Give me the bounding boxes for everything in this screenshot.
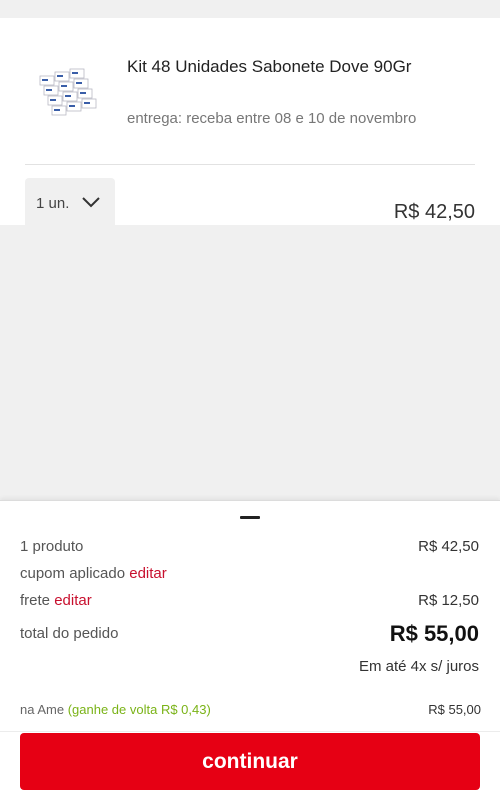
- order-summary-sheet: 1 produto R$ 42,50 cupom aplicado editar…: [0, 500, 500, 800]
- ame-label: na Ame: [20, 702, 65, 717]
- divider: [25, 164, 475, 165]
- cart-item-card: Kit 48 Unidades Sabonete Dove 90Gr entre…: [0, 18, 500, 229]
- coupon-edit-link[interactable]: editar: [129, 565, 167, 582]
- shipping-value: R$ 12,50: [418, 592, 479, 609]
- divider: [0, 731, 500, 732]
- products-subtotal: R$ 42,50: [418, 538, 479, 555]
- shipping-row: frete editar: [20, 592, 92, 609]
- products-count-label: 1 produto: [20, 538, 84, 555]
- sheet-drag-handle[interactable]: [240, 516, 260, 519]
- total-value: R$ 55,00: [389, 621, 479, 646]
- chevron-down-icon: [82, 197, 100, 208]
- quantity-value: 1 un.: [36, 195, 70, 212]
- item-price: R$ 42,50: [393, 201, 475, 223]
- coupon-label: cupom aplicado: [20, 565, 126, 582]
- ame-payment-row: na Ame (ganhe de volta R$ 0,43): [20, 702, 211, 717]
- installments-info: Em até 4x s/ juros: [358, 658, 479, 675]
- empty-area: [0, 225, 500, 500]
- soap-box-image: [39, 68, 97, 116]
- coupon-row: cupom aplicado editar: [20, 565, 167, 582]
- quantity-select[interactable]: 1 un.: [25, 178, 115, 229]
- continue-button[interactable]: continuar: [20, 733, 480, 790]
- total-label: total do pedido: [20, 625, 119, 642]
- top-strip: [0, 0, 500, 18]
- ame-cashback: (ganhe de volta R$ 0,43): [67, 702, 211, 717]
- shipping-edit-link[interactable]: editar: [54, 592, 92, 609]
- ame-value: R$ 55,00: [428, 702, 481, 717]
- delivery-estimate: entrega: receba entre 08 e 10 de novembr…: [127, 110, 417, 127]
- shipping-label: frete: [20, 592, 51, 609]
- product-title[interactable]: Kit 48 Unidades Sabonete Dove 90Gr: [127, 54, 457, 80]
